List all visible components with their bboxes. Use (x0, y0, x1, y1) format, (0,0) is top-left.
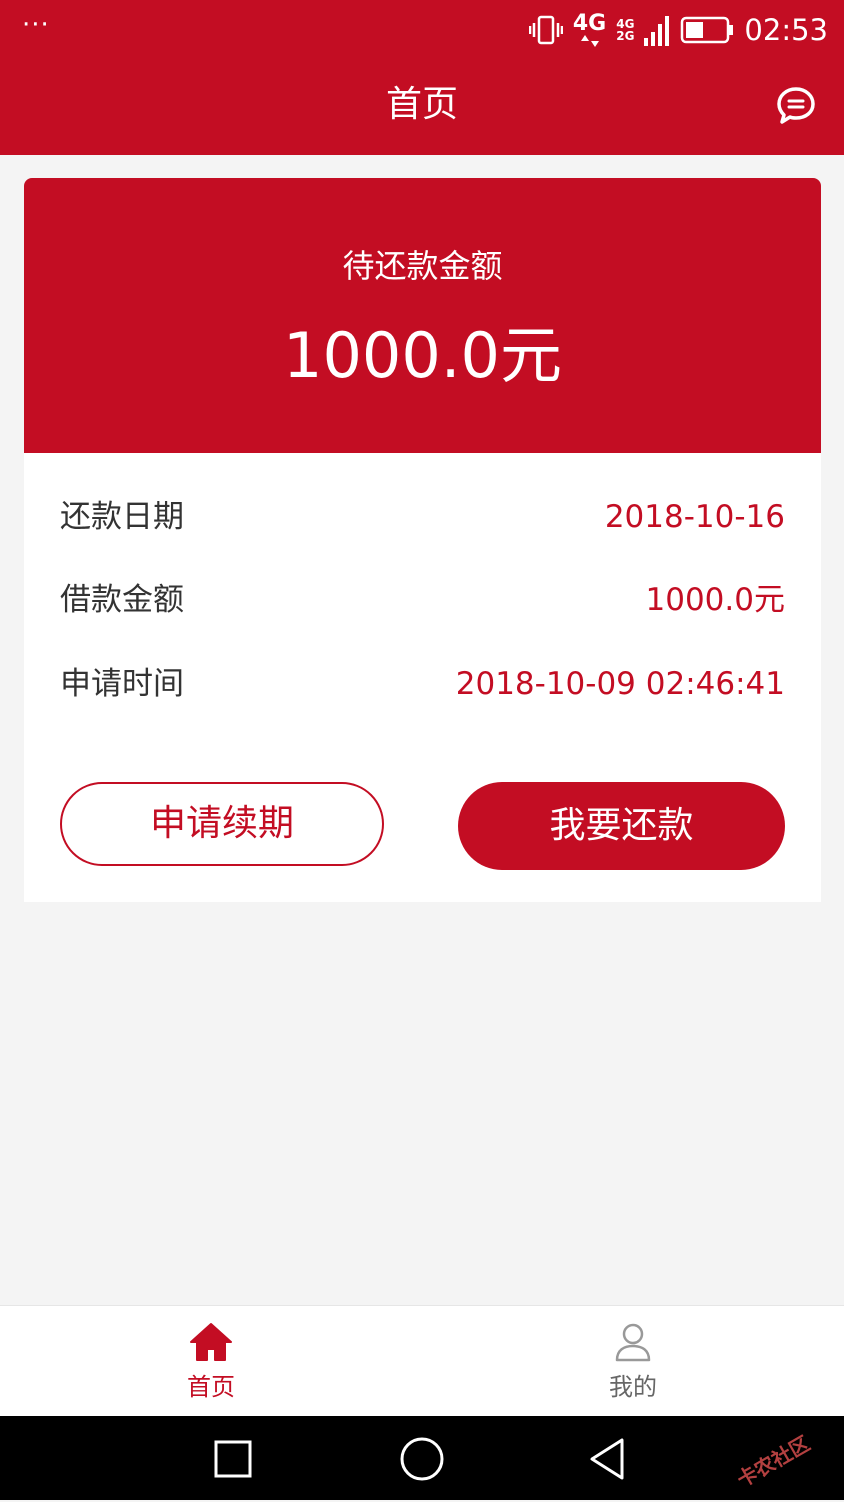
detail-row-loan-amount: 借款金额 1000.0元 (60, 578, 785, 622)
signal-icon (644, 16, 670, 46)
status-time: 02:53 (744, 13, 828, 47)
vibrate-icon (528, 15, 563, 45)
watermark-logo: 卡农社区 (732, 1431, 814, 1492)
home-icon (190, 1323, 232, 1361)
repayment-summary-card: 待还款金额 1000.0元 (24, 178, 821, 453)
home-circle-icon[interactable] (399, 1436, 445, 1482)
detail-label: 申请时间 (60, 666, 184, 702)
detail-label: 还款日期 (60, 499, 184, 535)
page-title: 首页 (385, 84, 458, 125)
pending-amount-label: 待还款金额 (342, 247, 503, 285)
detail-row-apply-time: 申请时间 2018-10-09 02:46:41 (60, 662, 785, 706)
back-triangle-icon[interactable] (586, 1436, 632, 1482)
detail-value: 2018-10-09 02:46:41 (455, 666, 785, 702)
detail-row-repay-date: 还款日期 2018-10-16 (60, 495, 785, 539)
tab-mine[interactable]: 我的 (422, 1306, 844, 1416)
data-arrows-icon (580, 35, 599, 47)
tab-label: 我的 (609, 1373, 657, 1401)
detail-value: 2018-10-16 (604, 499, 785, 535)
bottom-tab-bar: 首页 我的 (0, 1305, 844, 1416)
battery-icon (681, 16, 734, 44)
network-stack: 4G 2G (616, 17, 635, 43)
detail-value: 1000.0元 (645, 582, 785, 618)
network-4g: 4G (573, 13, 606, 47)
status-bar: ··· 4G 4G 2G 02:53 (0, 0, 844, 58)
pending-amount-value: 1000.0元 (283, 319, 562, 392)
loan-details-card: 还款日期 2018-10-16 借款金额 1000.0元 申请时间 2018-1… (24, 453, 821, 902)
detail-label: 借款金额 (60, 582, 184, 618)
user-icon (615, 1323, 651, 1362)
recents-square-icon[interactable] (210, 1436, 256, 1482)
chat-bubble-icon[interactable] (776, 86, 816, 126)
tab-label: 首页 (187, 1373, 235, 1401)
status-dots: ··· (22, 10, 50, 40)
system-nav-bar: 卡农社区 (0, 1416, 844, 1500)
tab-home[interactable]: 首页 (0, 1306, 422, 1416)
status-icons: 4G 4G 2G 02:53 (528, 10, 828, 50)
apply-renewal-button[interactable]: 申请续期 (60, 782, 384, 866)
repay-button[interactable]: 我要还款 (458, 782, 785, 870)
app-header: 首页 (0, 58, 844, 155)
